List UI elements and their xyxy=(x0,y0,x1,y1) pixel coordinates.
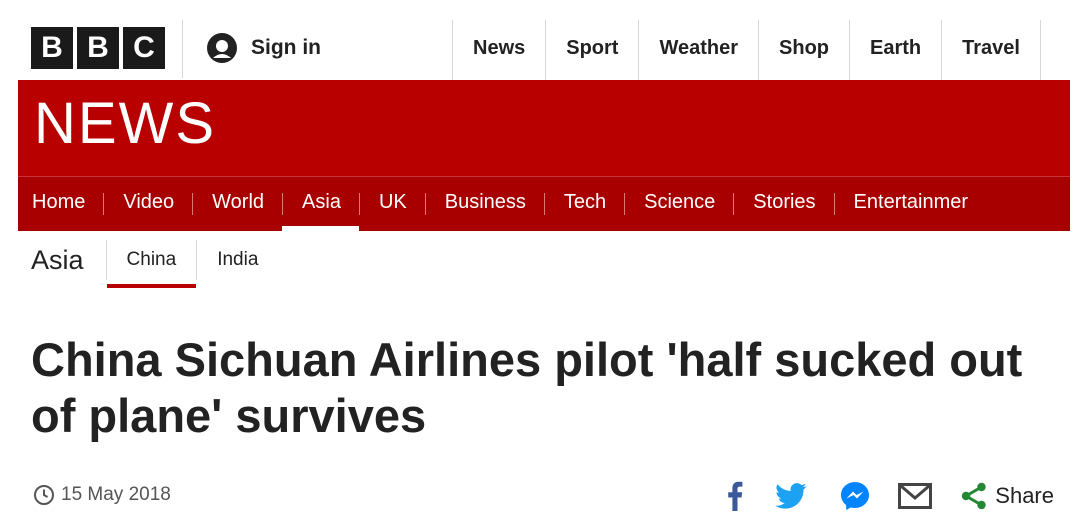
top-nav-earth[interactable]: Earth xyxy=(849,20,941,80)
share-button[interactable]: Share xyxy=(947,474,1054,518)
share-label: Share xyxy=(995,483,1054,508)
article-date: 15 May 2018 xyxy=(33,484,171,506)
facebook-share-button[interactable] xyxy=(715,474,755,518)
section-nav-uk[interactable]: UK xyxy=(358,177,425,231)
clock-icon xyxy=(34,485,54,505)
news-banner: NEWS Home Video World Asia UK Business T… xyxy=(18,80,1070,231)
share-icon xyxy=(962,482,986,510)
bbc-logo[interactable]: B B C xyxy=(31,27,165,69)
bbc-masthead: B B C Sign in News Sport Weather Shop Ea… xyxy=(0,0,1080,80)
top-nav-shop[interactable]: Shop xyxy=(758,20,849,80)
sign-in-label: Sign in xyxy=(251,36,321,59)
date-text: 15 May 2018 xyxy=(61,484,171,505)
section-nav-entertainment[interactable]: Entertainmer xyxy=(833,177,987,231)
sub-nav-india[interactable]: India xyxy=(197,240,278,280)
facebook-icon xyxy=(728,481,743,511)
share-tools: Share xyxy=(715,474,1054,518)
messenger-icon xyxy=(841,482,870,510)
bbc-logo-letter: B xyxy=(77,27,119,69)
section-nav-stories[interactable]: Stories xyxy=(733,177,833,231)
section-nav: Home Video World Asia UK Business Tech S… xyxy=(18,176,1070,231)
top-nav-sport[interactable]: Sport xyxy=(545,20,638,80)
user-icon xyxy=(207,33,237,63)
section-nav-asia[interactable]: Asia xyxy=(282,177,359,231)
top-nav-weather[interactable]: Weather xyxy=(638,20,758,80)
bbc-top-nav: News Sport Weather Shop Earth Travel xyxy=(452,20,1041,80)
sub-nav: Asia China India xyxy=(31,240,278,288)
section-nav-science[interactable]: Science xyxy=(624,177,733,231)
section-nav-tech[interactable]: Tech xyxy=(543,177,624,231)
news-logo[interactable]: NEWS xyxy=(34,90,216,157)
bbc-logo-letter: C xyxy=(123,27,165,69)
divider xyxy=(182,20,183,78)
section-nav-business[interactable]: Business xyxy=(424,177,544,231)
top-nav-travel[interactable]: Travel xyxy=(941,20,1041,80)
sub-nav-title[interactable]: Asia xyxy=(31,240,84,280)
bbc-logo-letter: B xyxy=(31,27,73,69)
email-icon xyxy=(898,483,933,509)
top-nav-news[interactable]: News xyxy=(452,20,545,80)
bbc-news-page: B B C Sign in News Sport Weather Shop Ea… xyxy=(0,0,1080,532)
article-headline: China Sichuan Airlines pilot 'half sucke… xyxy=(31,333,1023,442)
section-nav-video[interactable]: Video xyxy=(103,177,192,231)
sub-nav-china[interactable]: China xyxy=(105,240,198,288)
section-nav-world[interactable]: World xyxy=(192,177,282,231)
messenger-share-button[interactable] xyxy=(827,474,883,518)
email-share-button[interactable] xyxy=(883,474,947,518)
twitter-icon xyxy=(775,483,807,509)
section-nav-home[interactable]: Home xyxy=(18,177,103,231)
twitter-share-button[interactable] xyxy=(755,474,827,518)
sign-in-link[interactable]: Sign in xyxy=(205,28,321,68)
